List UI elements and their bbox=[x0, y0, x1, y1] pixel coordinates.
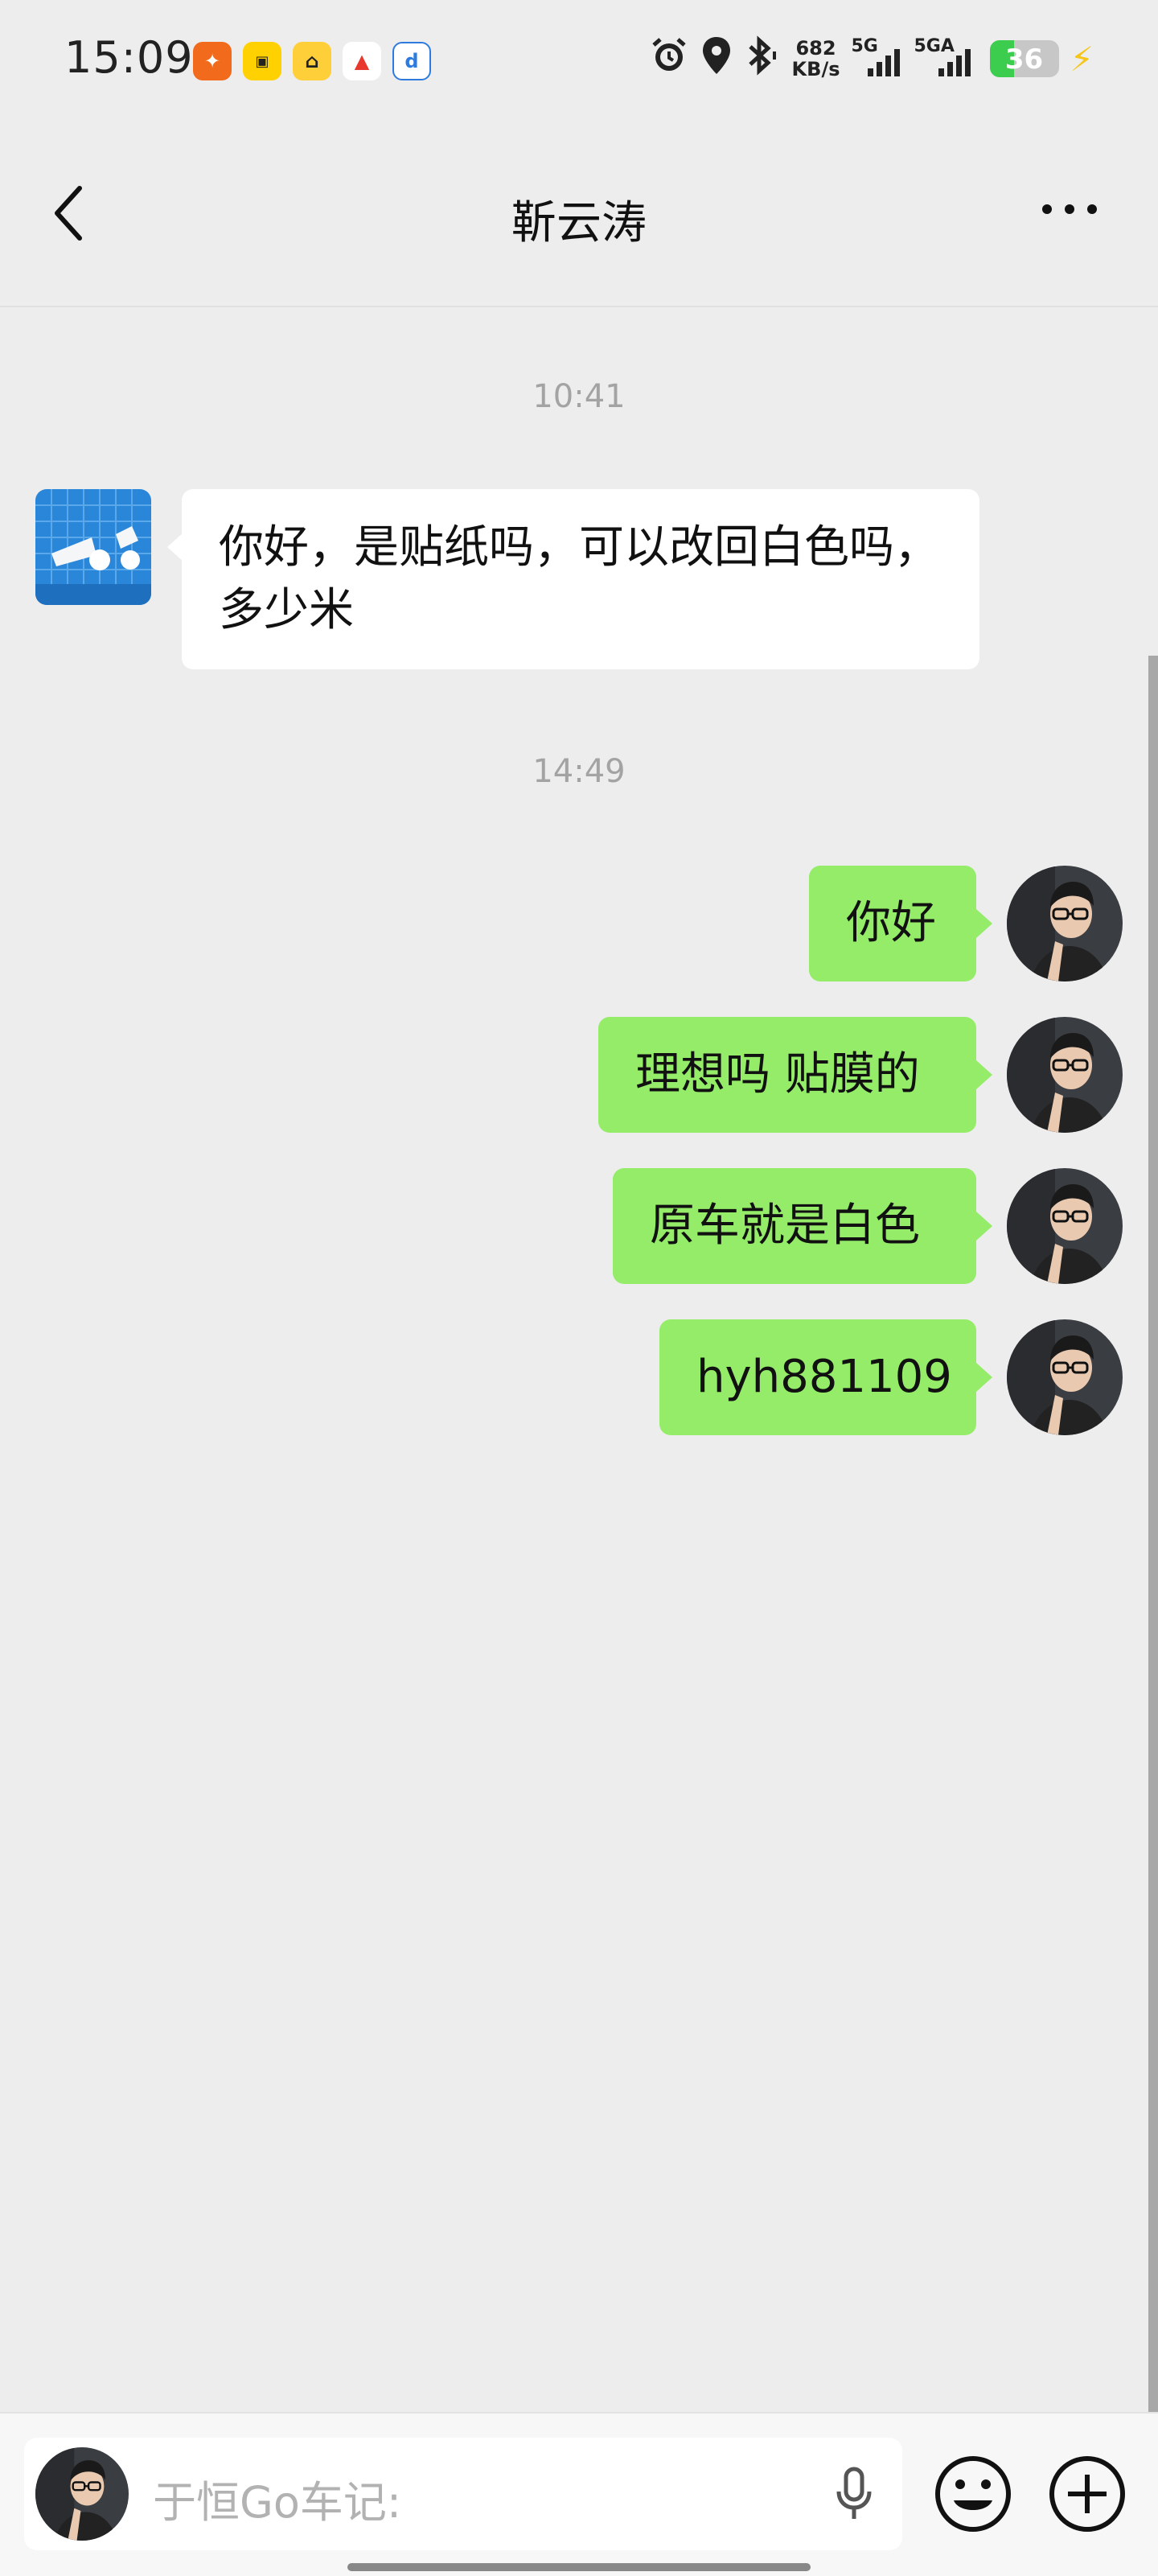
network-speed: 682 KB/s bbox=[792, 38, 840, 80]
signal-sim1-icon: 5G bbox=[852, 36, 903, 76]
input-placeholder: 于恒Go车记: bbox=[153, 2477, 402, 2528]
sent-message-bubble[interactable]: 理想吗 贴膜的 bbox=[598, 1017, 976, 1133]
input-bar: 于恒Go车记: bbox=[0, 2412, 1158, 2576]
bubble-tail bbox=[976, 1363, 992, 1392]
home-indicator[interactable] bbox=[347, 2563, 811, 2571]
battery-icon: 36 bbox=[989, 40, 1059, 77]
bubble-tail bbox=[976, 909, 992, 938]
user-avatar[interactable] bbox=[1007, 1168, 1123, 1284]
battery-level: 36 bbox=[1004, 43, 1044, 76]
header-divider bbox=[0, 306, 1158, 307]
alarm-icon bbox=[649, 35, 689, 82]
location-icon bbox=[700, 35, 733, 82]
network-speed-unit: KB/s bbox=[791, 58, 840, 80]
message-timestamp: 14:49 bbox=[532, 753, 626, 790]
more-functions-button[interactable] bbox=[1047, 2454, 1127, 2534]
message-timestamp: 10:41 bbox=[532, 378, 626, 415]
car-app-icon: ⌂ bbox=[293, 42, 331, 80]
network-speed-value: 682 bbox=[795, 37, 836, 60]
sim2-label: 5GA bbox=[914, 36, 955, 56]
chat-header: 靳云涛 bbox=[0, 153, 1158, 274]
red-app-icon: ▲ bbox=[343, 42, 381, 80]
voice-button[interactable] bbox=[822, 2462, 886, 2526]
user-avatar[interactable] bbox=[1007, 1319, 1123, 1435]
notification-app-icons: ✦ ▣ ⌂ ▲ d bbox=[193, 42, 431, 80]
received-message-bubble[interactable]: 你好，是贴纸吗，可以改回白色吗，多少米 bbox=[182, 489, 979, 669]
user-avatar[interactable] bbox=[1007, 866, 1123, 981]
microphone-icon bbox=[836, 2467, 872, 2519]
status-time: 15:09 bbox=[64, 32, 194, 83]
signal-sim2-icon: 5GA bbox=[914, 36, 979, 76]
chat-title: 靳云涛 bbox=[511, 197, 647, 249]
user-avatar[interactable] bbox=[1007, 1017, 1123, 1133]
contact-avatar[interactable] bbox=[35, 489, 151, 605]
sent-message-bubble[interactable]: 你好 bbox=[809, 866, 976, 981]
blue-app-icon: d bbox=[392, 42, 431, 80]
bubble-tail bbox=[167, 533, 183, 562]
scrollbar[interactable] bbox=[1148, 656, 1158, 2413]
more-dots-icon bbox=[1042, 204, 1097, 214]
bubble-tail bbox=[976, 1060, 992, 1089]
plus-circle-icon bbox=[1049, 2456, 1125, 2532]
bluetooth-icon bbox=[744, 35, 781, 82]
bubble-tail bbox=[976, 1212, 992, 1241]
more-options-button[interactable] bbox=[1029, 177, 1110, 241]
kuaishou-icon: ✦ bbox=[193, 42, 232, 80]
sim1-label: 5G bbox=[851, 36, 878, 56]
sent-message-bubble[interactable]: hyh881109 bbox=[659, 1319, 976, 1435]
status-bar: 15:09 ✦ ▣ ⌂ ▲ d 682 KB/s 5G 5GA 36 ⚡ bbox=[0, 0, 1158, 121]
charging-icon: ⚡ bbox=[1070, 39, 1094, 79]
emoji-button[interactable] bbox=[933, 2454, 1013, 2534]
meituan-icon: ▣ bbox=[243, 42, 281, 80]
sent-message-bubble[interactable]: 原车就是白色 bbox=[613, 1168, 976, 1284]
input-avatar[interactable] bbox=[35, 2447, 129, 2541]
emoji-icon bbox=[935, 2456, 1011, 2532]
status-indicators: 682 KB/s 5G 5GA 36 ⚡ bbox=[649, 35, 1094, 82]
message-input[interactable]: 于恒Go车记: bbox=[24, 2438, 902, 2550]
